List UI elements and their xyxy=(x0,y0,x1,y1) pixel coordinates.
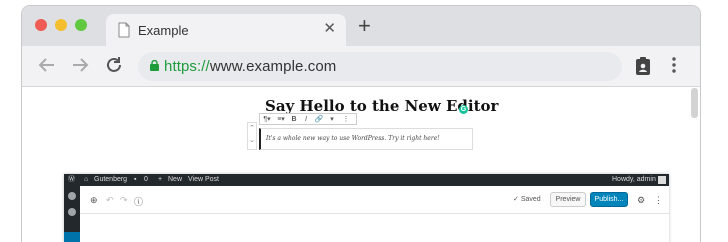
plus-icon[interactable]: + xyxy=(158,174,162,186)
url-scheme: https:// xyxy=(164,58,210,75)
editor-header: ⊕ ↶ ↷ ⓘ ✓ Saved Preview Publish... ⚙ ⋮ xyxy=(80,186,669,214)
url-host: www.example.com xyxy=(209,58,337,75)
info-icon[interactable]: ⓘ xyxy=(134,195,143,208)
close-tab-icon[interactable]: ✕ xyxy=(323,21,336,37)
block-toolbar: ¶▾ ≡▾ B I 🔗 ▾ ⋮ xyxy=(259,113,357,125)
move-down-icon[interactable]: ⌄ xyxy=(248,135,256,147)
minimize-window-button[interactable] xyxy=(55,19,67,31)
vertical-scrollbar[interactable] xyxy=(691,88,698,118)
url-text: https://www.example.com xyxy=(164,58,336,75)
bold-button[interactable]: B xyxy=(288,116,300,123)
howdy-admin-link[interactable]: Howdy, admin xyxy=(612,174,656,186)
browser-window: Example ✕ + https://www.example.com Say … xyxy=(22,6,700,242)
forward-arrow-icon[interactable] xyxy=(69,54,91,76)
settings-gear-icon[interactable]: ⚙ xyxy=(637,195,645,206)
check-icon: ✓ xyxy=(513,196,521,203)
new-tab-button[interactable]: + xyxy=(358,15,371,37)
dashboard-icon[interactable] xyxy=(68,192,76,200)
close-window-button[interactable] xyxy=(35,19,47,31)
browser-tab[interactable]: Example ✕ xyxy=(106,14,346,46)
saved-status: ✓ Saved xyxy=(513,196,541,203)
align-dropdown[interactable]: ≡▾ xyxy=(274,115,288,123)
browser-toolbar: https://www.example.com xyxy=(22,46,700,87)
reload-icon[interactable] xyxy=(103,54,125,76)
comment-count[interactable]: 0 xyxy=(144,174,148,186)
comments-icon[interactable]: ▪ xyxy=(134,174,136,186)
tab-strip: Example ✕ + xyxy=(22,6,700,46)
italic-button[interactable]: I xyxy=(300,116,312,123)
posts-pin-icon[interactable] xyxy=(64,232,80,242)
preview-button[interactable]: Preview xyxy=(550,192,586,207)
avatar[interactable] xyxy=(658,176,666,184)
move-up-icon[interactable]: ⌃ xyxy=(248,123,256,135)
page-viewport: Say Hello to the New Editor G ⌃ ⌄ ¶▾ ≡▾ … xyxy=(22,88,700,242)
menu-kebab-icon[interactable] xyxy=(672,57,676,73)
wp-admin-bar: Ⓦ ⌂ Gutenberg ▪ 0 + New View Post Howdy,… xyxy=(64,174,669,186)
block-mover[interactable]: ⌃ ⌄ xyxy=(247,122,257,150)
home-icon[interactable]: ⌂ xyxy=(84,174,88,186)
wp-admin-sidebar xyxy=(64,186,80,242)
more-formats-dropdown[interactable]: ▾ xyxy=(326,115,338,123)
speedometer-icon[interactable] xyxy=(68,208,76,216)
undo-icon[interactable]: ↶ xyxy=(106,195,114,206)
more-options-icon[interactable]: ⋮ xyxy=(654,195,663,206)
site-name-link[interactable]: Gutenberg xyxy=(94,174,127,186)
wp-editor-screenshot: Ⓦ ⌂ Gutenberg ▪ 0 + New View Post Howdy,… xyxy=(64,174,669,242)
block-options-icon[interactable]: ⋮ xyxy=(338,115,354,123)
view-post-link[interactable]: View Post xyxy=(188,174,219,186)
tab-title: Example xyxy=(138,23,189,38)
clipboard-extension-icon[interactable] xyxy=(635,57,651,75)
publish-button[interactable]: Publish... xyxy=(590,192,628,207)
back-arrow-icon[interactable] xyxy=(36,54,58,76)
address-bar[interactable]: https://www.example.com xyxy=(138,52,622,81)
wordpress-logo-icon[interactable]: Ⓦ xyxy=(68,174,75,186)
page-icon xyxy=(118,22,130,38)
paragraph-switcher[interactable]: ¶▾ xyxy=(260,115,274,123)
redo-icon[interactable]: ↷ xyxy=(120,195,128,206)
add-block-icon[interactable]: ⊕ xyxy=(90,195,98,206)
lock-icon xyxy=(150,60,159,71)
link-icon[interactable]: 🔗 xyxy=(312,115,326,123)
paragraph-block[interactable]: It's a whole new way to use WordPress. T… xyxy=(259,128,473,150)
grammarly-icon[interactable]: G xyxy=(459,105,468,114)
maximize-window-button[interactable] xyxy=(75,19,87,31)
new-link[interactable]: New xyxy=(168,174,182,186)
